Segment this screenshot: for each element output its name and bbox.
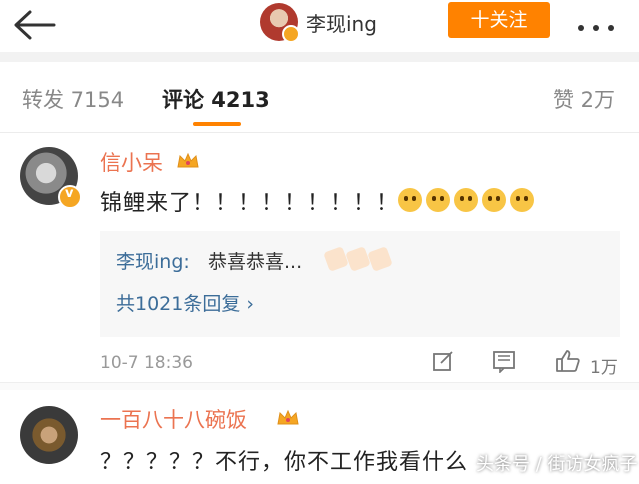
more-dots-icon[interactable] <box>578 16 624 31</box>
section-separator <box>0 52 639 62</box>
like-count: 1万 <box>590 358 618 378</box>
like-thumb-icon[interactable] <box>555 349 580 373</box>
avatar[interactable] <box>20 406 78 464</box>
edit-share-icon[interactable] <box>431 349 455 373</box>
commenter-name[interactable]: 一百八十八碗饭 <box>100 404 247 434</box>
tab-comment[interactable]: 评论 4213 <box>162 84 270 114</box>
tab-like[interactable]: 赞 2万 <box>553 84 615 114</box>
reply-author[interactable]: 李现ing: <box>116 247 190 274</box>
comment-item: 信小呆 锦鲤来了！！！！！！！！！ 李现ing: 恭喜恭喜... 共1021条回… <box>0 133 639 381</box>
verified-badge-icon <box>58 185 82 209</box>
comment-time: 10-7 18:36 <box>100 353 193 373</box>
crown-icon <box>276 408 300 428</box>
author-name[interactable]: 李现ing <box>306 8 377 37</box>
comment-text: ？？？？？不行，你不工作我看什么 <box>100 450 469 475</box>
view-replies-link[interactable]: 共1021条回复 › <box>116 289 254 316</box>
comment-item: 一百八十八碗饭 ？？？？？不行，你不工作我看什么 头条号 / 街访女疯子 <box>0 390 639 484</box>
author-avatar[interactable] <box>260 3 300 43</box>
reply-text: 恭喜恭喜... <box>208 251 303 273</box>
commenter-name[interactable]: 信小呆 <box>100 147 163 177</box>
clap-emoji-icon <box>323 246 393 273</box>
comment-text: 锦鲤来了！！！！！！！！！ <box>100 191 400 216</box>
verified-badge-icon <box>282 25 300 43</box>
reply-box[interactable]: 李现ing: 恭喜恭喜... 共1021条回复 › <box>100 231 620 337</box>
tab-bar: 转发 7154 评论 4213 赞 2万 <box>0 62 639 133</box>
back-arrow-icon[interactable] <box>12 8 58 42</box>
crown-icon <box>176 151 200 171</box>
follow-button[interactable]: 十关注 <box>448 2 550 38</box>
tab-repost[interactable]: 转发 7154 <box>22 84 124 114</box>
top-bar: 李现ing 十关注 <box>0 0 639 52</box>
active-tab-indicator <box>193 122 241 126</box>
comment-icon[interactable] <box>492 349 516 374</box>
watermark: 头条号 / 街访女疯子 <box>476 454 638 475</box>
scared-emoji-icon <box>398 188 538 214</box>
